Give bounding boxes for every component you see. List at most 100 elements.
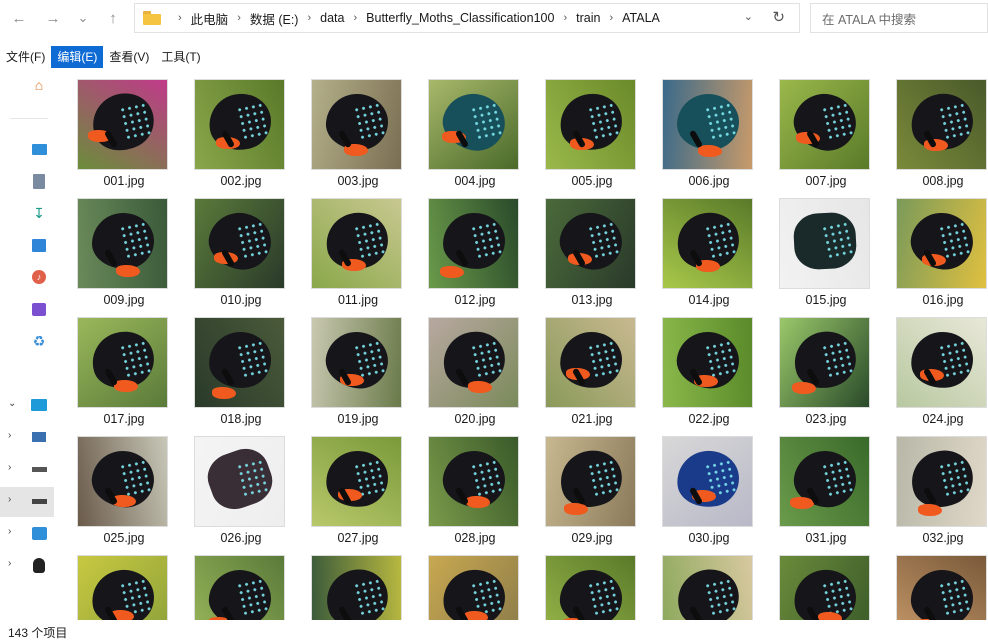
file-grid: 001.jpg 002.jpg 003.jpg 004.jpg 005.jpg 006.j… <box>70 72 988 620</box>
file-item[interactable]: 030.jpg <box>655 429 763 547</box>
file-item[interactable]: 019.jpg <box>304 310 412 428</box>
file-item[interactable]: 006.jpg <box>655 72 763 190</box>
navigation-pane: ⌂ ↧ ♪ ♻ ⌄ › › › › › <box>0 72 54 620</box>
file-item[interactable]: 012.jpg <box>421 191 529 309</box>
image-thumbnail <box>662 555 753 620</box>
chevron-right-icon[interactable]: › <box>8 430 11 441</box>
drive-icon[interactable] <box>30 460 48 478</box>
network-drive-icon[interactable] <box>30 428 48 446</box>
image-thumbnail <box>779 79 870 170</box>
file-item[interactable] <box>187 548 295 620</box>
file-item[interactable] <box>889 548 988 620</box>
file-item[interactable]: 008.jpg <box>889 72 988 190</box>
file-item[interactable]: 001.jpg <box>70 72 178 190</box>
back-button[interactable]: ← <box>8 7 30 29</box>
file-item[interactable]: 017.jpg <box>70 310 178 428</box>
recent-locations-button[interactable]: ⌄ <box>72 7 94 29</box>
image-thumbnail <box>428 198 519 289</box>
forward-button[interactable]: → <box>42 7 64 29</box>
file-item[interactable] <box>538 548 646 620</box>
menu-tools[interactable]: 工具(T) <box>155 46 206 68</box>
menu-view[interactable]: 查看(V) <box>103 46 155 68</box>
file-item[interactable]: 025.jpg <box>70 429 178 547</box>
chevron-right-icon[interactable]: › <box>8 494 11 505</box>
file-item[interactable]: 028.jpg <box>421 429 529 547</box>
file-item[interactable] <box>304 548 412 620</box>
image-thumbnail <box>311 317 402 408</box>
file-item[interactable]: 010.jpg <box>187 191 295 309</box>
image-thumbnail <box>545 79 636 170</box>
documents-icon[interactable] <box>30 172 48 190</box>
file-item[interactable]: 016.jpg <box>889 191 988 309</box>
arrow-up-icon: ↑ <box>109 9 117 27</box>
file-item[interactable]: 003.jpg <box>304 72 412 190</box>
breadcrumb-item[interactable]: ATALA <box>622 11 660 25</box>
image-thumbnail <box>428 317 519 408</box>
linux-icon[interactable] <box>30 556 48 574</box>
address-bar[interactable]: › 此电脑 › 数据 (E:) › data › Butterfly_Moths… <box>134 3 800 33</box>
file-name: 019.jpg <box>337 412 379 426</box>
file-item[interactable]: 026.jpg <box>187 429 295 547</box>
network-icon[interactable] <box>30 524 48 542</box>
this-pc-icon[interactable] <box>30 396 48 414</box>
breadcrumb-item[interactable]: 此电脑 <box>191 9 229 28</box>
file-item[interactable]: 024.jpg <box>889 310 988 428</box>
file-name: 010.jpg <box>220 293 262 307</box>
recycle-bin-icon[interactable]: ♻ <box>30 332 48 350</box>
file-item[interactable]: 002.jpg <box>187 72 295 190</box>
file-item[interactable]: 009.jpg <box>70 191 178 309</box>
file-item[interactable] <box>655 548 763 620</box>
file-item[interactable] <box>421 548 529 620</box>
file-item[interactable] <box>70 548 178 620</box>
file-item[interactable]: 007.jpg <box>772 72 880 190</box>
file-item[interactable]: 015.jpg <box>772 191 880 309</box>
chevron-right-icon[interactable]: › <box>8 462 11 473</box>
chevron-down-icon[interactable]: ⌄ <box>8 398 16 409</box>
file-item[interactable] <box>772 548 880 620</box>
file-item[interactable]: 014.jpg <box>655 191 763 309</box>
chevron-right-icon[interactable]: › <box>8 526 11 537</box>
file-item[interactable]: 020.jpg <box>421 310 529 428</box>
file-item[interactable]: 031.jpg <box>772 429 880 547</box>
downloads-icon[interactable]: ↧ <box>30 204 48 222</box>
breadcrumb-item[interactable]: 数据 (E:) <box>250 9 299 28</box>
file-item[interactable]: 027.jpg <box>304 429 412 547</box>
breadcrumb-separator: › <box>609 12 614 24</box>
file-name: 023.jpg <box>805 412 847 426</box>
refresh-icon[interactable]: ↻ <box>772 8 785 26</box>
file-item[interactable]: 021.jpg <box>538 310 646 428</box>
up-button[interactable]: ↑ <box>102 7 124 29</box>
home-icon[interactable]: ⌂ <box>30 76 48 94</box>
videos-icon[interactable] <box>30 300 48 318</box>
file-name: 029.jpg <box>571 531 613 545</box>
file-item[interactable]: 032.jpg <box>889 429 988 547</box>
desktop-icon[interactable] <box>30 140 48 158</box>
image-thumbnail <box>779 317 870 408</box>
search-input[interactable]: 在 ATALA 中搜索 <box>810 3 988 33</box>
file-item[interactable]: 004.jpg <box>421 72 529 190</box>
file-name: 003.jpg <box>337 174 379 188</box>
file-item[interactable]: 011.jpg <box>304 191 412 309</box>
file-item[interactable]: 013.jpg <box>538 191 646 309</box>
pictures-icon[interactable] <box>30 236 48 254</box>
file-item[interactable]: 022.jpg <box>655 310 763 428</box>
breadcrumb-item[interactable]: train <box>576 11 600 25</box>
breadcrumb-item[interactable]: data <box>320 11 344 25</box>
menu-edit[interactable]: 编辑(E) <box>51 46 104 68</box>
file-item[interactable]: 018.jpg <box>187 310 295 428</box>
image-thumbnail <box>896 198 987 289</box>
drive-selected-icon[interactable] <box>30 492 48 510</box>
chevron-right-icon[interactable]: › <box>8 558 11 569</box>
file-name: 021.jpg <box>571 412 613 426</box>
file-item[interactable]: 005.jpg <box>538 72 646 190</box>
image-thumbnail <box>662 198 753 289</box>
file-item[interactable]: 023.jpg <box>772 310 880 428</box>
music-icon[interactable]: ♪ <box>30 268 48 286</box>
file-item[interactable]: 029.jpg <box>538 429 646 547</box>
address-history-dropdown[interactable]: ⌄ <box>744 10 753 23</box>
menu-file[interactable]: 文件(F) <box>0 46 51 68</box>
image-thumbnail <box>77 198 168 289</box>
image-thumbnail <box>896 555 987 620</box>
breadcrumb-item[interactable]: Butterfly_Moths_Classification100 <box>366 11 554 25</box>
image-thumbnail <box>896 436 987 527</box>
